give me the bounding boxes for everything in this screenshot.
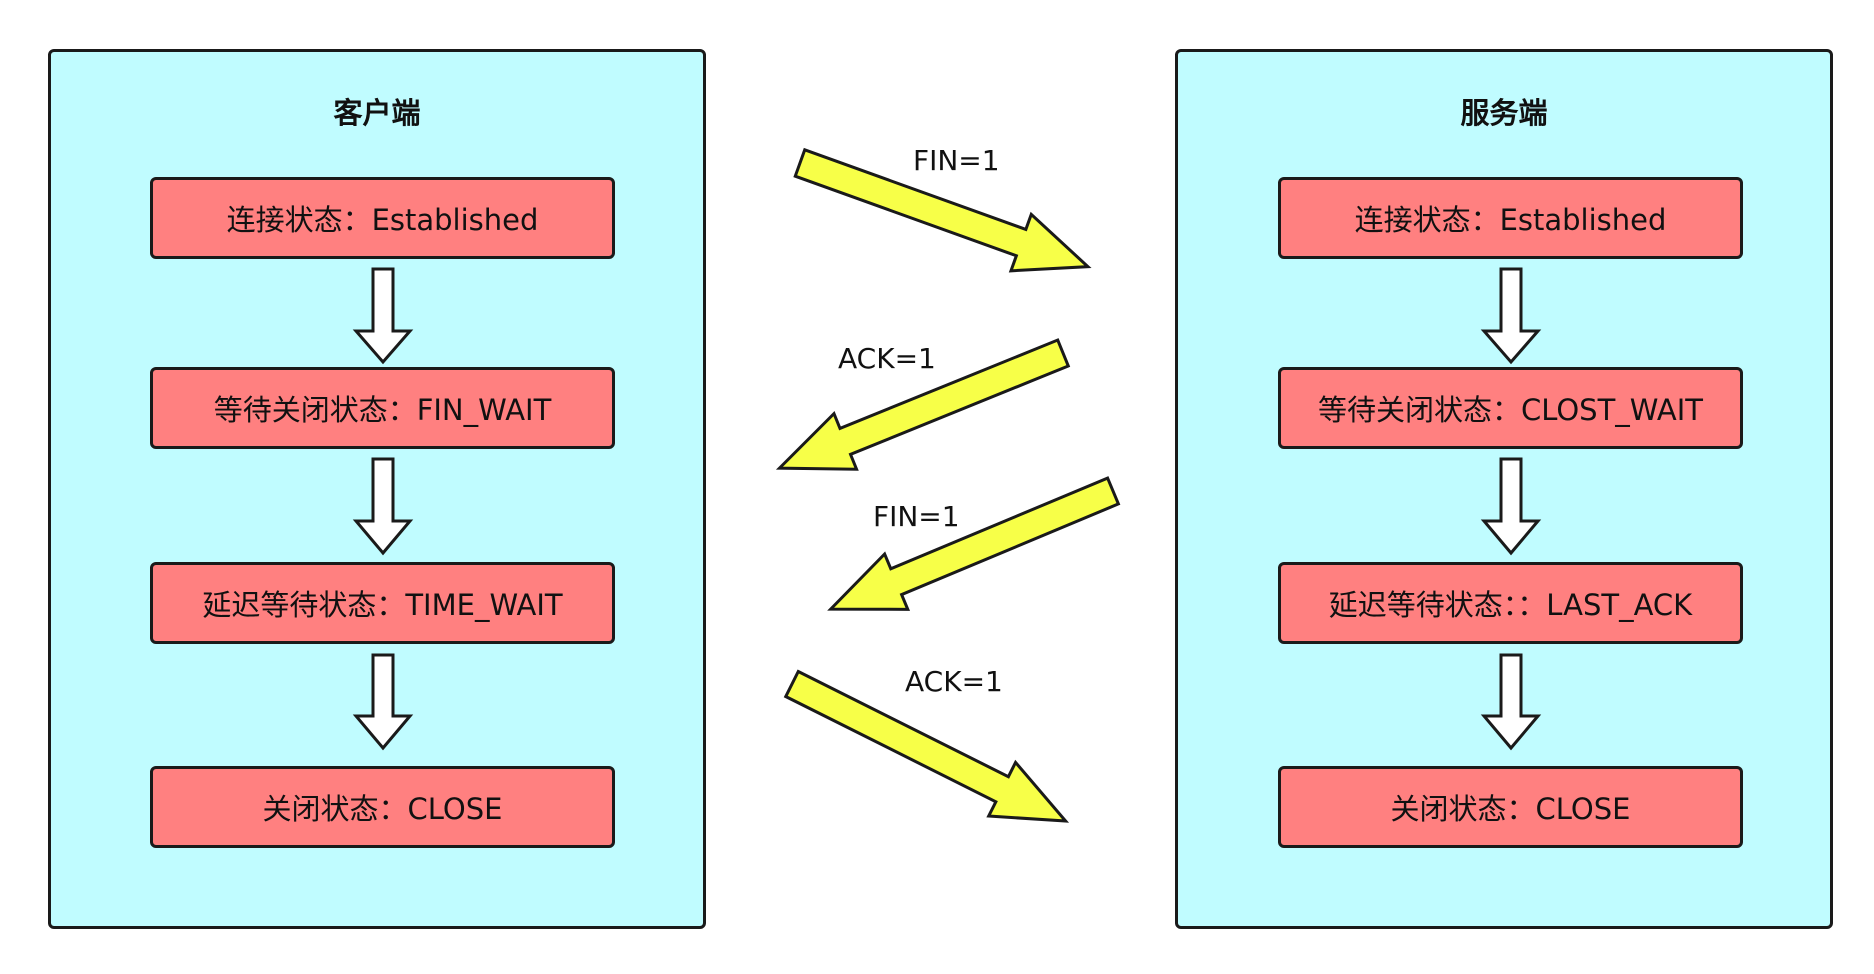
message-label: FIN=1 bbox=[873, 500, 960, 533]
message-arrow-ack-1 bbox=[775, 338, 1071, 471]
server-state-close: 关闭状态：CLOSE bbox=[1278, 766, 1743, 848]
client-state-time-wait: 延迟等待状态：TIME_WAIT bbox=[150, 562, 615, 644]
client-title: 客户端 bbox=[333, 96, 421, 130]
server-state-close-wait: 等待关闭状态：CLOST_WAIT bbox=[1278, 367, 1743, 449]
message-arrow-fin-2 bbox=[827, 476, 1121, 611]
client-state-close: 关闭状态：CLOSE bbox=[150, 766, 615, 848]
message-label: ACK=1 bbox=[905, 665, 1003, 698]
message-arrow-fin-1 bbox=[793, 147, 1092, 273]
client-state-established: 连接状态：Established bbox=[150, 177, 615, 259]
message-label: FIN=1 bbox=[913, 144, 1000, 177]
client-state-fin-wait: 等待关闭状态：FIN_WAIT bbox=[150, 367, 615, 449]
server-state-last-ack: 延迟等待状态：：LAST_ACK bbox=[1278, 562, 1743, 644]
message-label: ACK=1 bbox=[838, 342, 936, 375]
server-title: 服务端 bbox=[1460, 96, 1548, 130]
message-arrow-ack-2 bbox=[783, 669, 1070, 823]
server-state-established: 连接状态：Established bbox=[1278, 177, 1743, 259]
